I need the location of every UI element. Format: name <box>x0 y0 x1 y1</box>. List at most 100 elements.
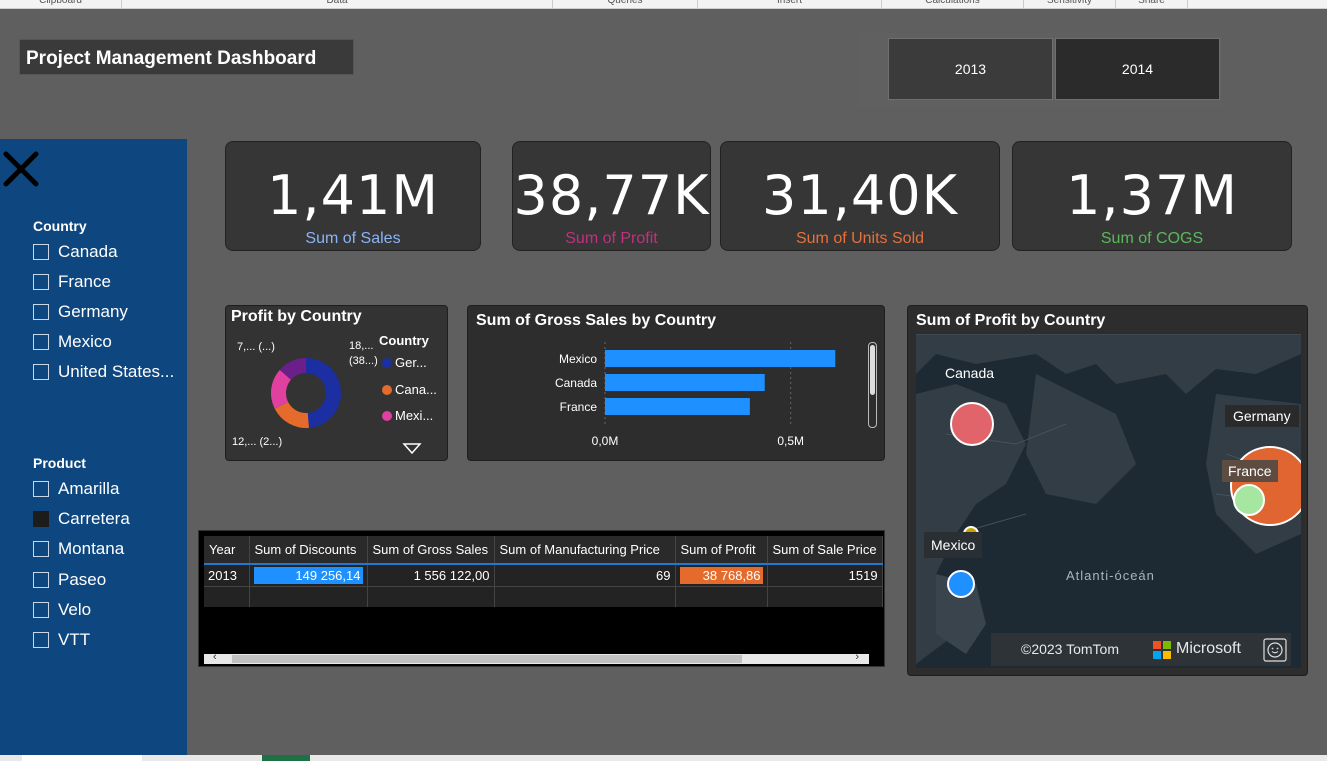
col-header-sale-price[interactable]: Sum of Sale Price <box>767 536 883 564</box>
year-button-2013[interactable]: 2013 <box>888 38 1053 100</box>
y-category-label: Canada <box>555 376 597 390</box>
country-slicer-title: Country <box>33 218 87 234</box>
chart-title: Sum of Gross Sales by Country <box>476 312 717 329</box>
country-item-france[interactable]: France <box>33 271 111 293</box>
cell-empty <box>767 586 883 607</box>
donut-slice-germany[interactable] <box>306 358 341 428</box>
chart-scrollbar[interactable] <box>868 342 877 428</box>
y-category-label: France <box>560 400 598 414</box>
ribbon-group-insert[interactable]: Insert <box>698 0 882 8</box>
ribbon-group-share[interactable]: Share <box>1116 0 1188 8</box>
donut-chart[interactable] <box>256 346 356 441</box>
checkbox[interactable] <box>33 602 49 618</box>
ribbon-group-sensitivity[interactable]: Sensitivity <box>1024 0 1116 8</box>
x-tick-label: 0,0M <box>592 434 619 448</box>
legend-item-canada[interactable]: Cana... <box>382 382 437 397</box>
product-item-vtt[interactable]: VTT <box>33 629 90 651</box>
country-item-label: France <box>58 272 111 291</box>
data-table: Year Sum of Discounts Sum of Gross Sales… <box>204 536 883 607</box>
country-item-germany[interactable]: Germany <box>33 301 128 323</box>
bar-france[interactable] <box>605 398 750 415</box>
kpi-value: 38,77K <box>513 164 710 227</box>
chart-scrollbar-thumb[interactable] <box>870 345 875 395</box>
checkbox[interactable] <box>33 572 49 588</box>
year-button-2014[interactable]: 2014 <box>1055 38 1220 100</box>
checkbox[interactable] <box>33 481 49 497</box>
feedback-smiley-icon[interactable] <box>1263 638 1287 662</box>
product-item-paseo[interactable]: Paseo <box>33 569 106 591</box>
bar-canada[interactable] <box>605 374 765 391</box>
checkbox[interactable] <box>33 364 49 380</box>
bar-chart-plot[interactable]: 0,0M 0,5M Mexico Canada France <box>468 336 868 458</box>
checkbox[interactable] <box>33 274 49 290</box>
product-item-amarilla[interactable]: Amarilla <box>33 478 119 500</box>
col-header-manufacturing-price[interactable]: Sum of Manufacturing Price <box>494 536 676 564</box>
map-bubble-france[interactable] <box>1233 484 1265 516</box>
product-item-montana[interactable]: Montana <box>33 538 124 560</box>
legend-item-germany[interactable]: Ger... <box>382 355 427 370</box>
checkbox[interactable] <box>33 304 49 320</box>
table-horizontal-scrollbar[interactable]: ‹ › <box>204 651 869 664</box>
ribbon-group-calculations[interactable]: Calculations <box>882 0 1024 8</box>
map-bubble-canada[interactable] <box>950 402 994 446</box>
legend-scroll-down-icon[interactable] <box>402 443 422 455</box>
ribbon-strip: Clipboard Data Queries Insert Calculatio… <box>0 0 1327 9</box>
product-item-label: Montana <box>58 539 125 558</box>
summary-table[interactable]: Year Sum of Discounts Sum of Gross Sales… <box>198 530 885 667</box>
cell-sale-price: 1519 <box>767 563 883 587</box>
col-header-discounts[interactable]: Sum of Discounts <box>249 536 368 564</box>
bar-mexico[interactable] <box>605 350 836 367</box>
table-total-row <box>204 586 883 607</box>
country-item-canada[interactable]: Canada <box>33 241 118 263</box>
kpi-card-cogs[interactable]: 1,37M Sum of COGS <box>1012 141 1292 251</box>
scroll-left-icon[interactable]: ‹ <box>213 651 217 663</box>
cell-discounts: 149 256,14 <box>249 563 368 587</box>
kpi-card-profit[interactable]: 38,77K Sum of Profit <box>512 141 711 251</box>
cell-profit: 38 768,86 <box>675 563 768 587</box>
close-icon[interactable] <box>2 151 40 187</box>
map-canvas[interactable]: Canada Germany France Mexico Atlanti-óce… <box>916 334 1301 668</box>
checkbox[interactable] <box>33 244 49 260</box>
checkbox-checked[interactable] <box>33 511 49 527</box>
checkbox[interactable] <box>33 541 49 557</box>
legend-label: Ger... <box>395 355 427 370</box>
kpi-card-units-sold[interactable]: 31,40K Sum of Units Sold <box>720 141 1000 251</box>
col-header-year[interactable]: Year <box>204 536 250 564</box>
map-label-mexico: Mexico <box>924 532 983 558</box>
product-item-carretera[interactable]: Carretera <box>33 508 130 530</box>
scroll-right-icon[interactable]: › <box>855 651 859 663</box>
kpi-value: 1,41M <box>267 164 439 227</box>
legend-dot <box>382 410 392 421</box>
table-row[interactable]: 2013 149 256,14 1 556 122,00 69 38 768,8… <box>204 563 883 587</box>
map-label-germany: Germany <box>1225 405 1299 427</box>
sheet-tab-green[interactable] <box>262 755 310 761</box>
filter-panel: Country Canada France Germany Mexico Uni… <box>0 139 187 755</box>
country-item-mexico[interactable]: Mexico <box>33 331 112 353</box>
profit-by-country-chart[interactable]: Profit by Country 7,... (...) 18,... (38… <box>225 305 448 461</box>
map-footer: ©2023 TomTom Microsoft <box>991 633 1291 666</box>
kpi-card-sales[interactable]: 1,41M Sum of Sales <box>225 141 481 251</box>
map-bubble-mexico[interactable] <box>947 570 975 598</box>
checkbox[interactable] <box>33 632 49 648</box>
gross-sales-chart[interactable]: Sum of Gross Sales by Country 0,0M 0,5M Me… <box>467 305 885 461</box>
cell-profit-bar: 38 768,86 <box>679 567 763 584</box>
country-item-united-states[interactable]: United States... <box>33 361 174 383</box>
cell-manufacturing-price: 69 <box>494 563 676 587</box>
map-spacer <box>920 338 1300 339</box>
sheet-tab-strip <box>0 755 1327 761</box>
ribbon-group-queries[interactable]: Queries <box>553 0 698 8</box>
sheet-tab-active[interactable] <box>22 755 142 761</box>
ribbon-group-clipboard[interactable]: Clipboard <box>0 0 122 8</box>
product-slicer-title: Product <box>33 455 86 471</box>
table-header-row: Year Sum of Discounts Sum of Gross Sales… <box>204 536 883 564</box>
checkbox[interactable] <box>33 334 49 350</box>
year-slicer: 2013 2014 <box>858 33 1222 107</box>
col-header-gross-sales[interactable]: Sum of Gross Sales <box>367 536 495 564</box>
col-header-profit[interactable]: Sum of Profit <box>675 536 768 564</box>
legend-item-mexico[interactable]: Mexi... <box>382 408 433 423</box>
cell-empty <box>675 586 768 607</box>
product-item-velo[interactable]: Velo <box>33 599 91 621</box>
profit-map[interactable]: Sum of Profit by Country Canada Germany … <box>907 305 1308 676</box>
scrollbar-thumb[interactable] <box>232 655 742 663</box>
ribbon-group-data[interactable]: Data <box>122 0 553 8</box>
